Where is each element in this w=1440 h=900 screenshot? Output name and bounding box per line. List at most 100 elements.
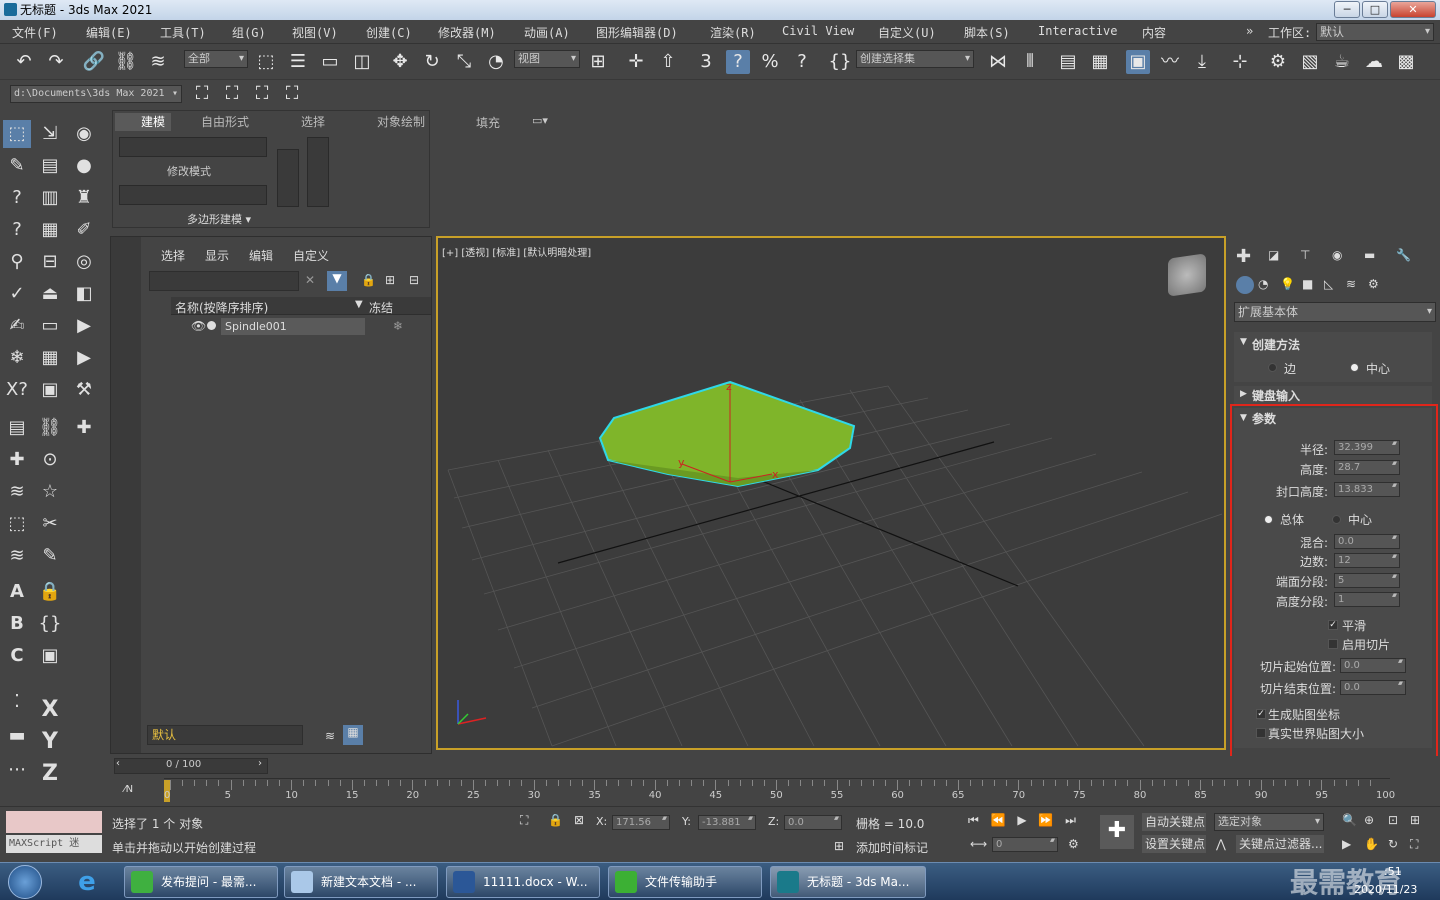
film2-icon[interactable]: ▶: [70, 344, 98, 372]
tray-icon[interactable]: ▭: [36, 312, 64, 340]
edit-named-selection-icon[interactable]: {}: [828, 50, 852, 74]
menu-view[interactable]: 视图(V): [292, 24, 338, 41]
selection-filter-dropdown[interactable]: 全部: [184, 50, 248, 68]
key-mode-icon[interactable]: ⟷: [970, 837, 987, 851]
dots-icon[interactable]: ⋯: [3, 756, 31, 784]
menu-tools[interactable]: 工具(T): [160, 24, 206, 41]
help2-icon[interactable]: ?: [3, 216, 31, 244]
subobject-buttons[interactable]: [119, 137, 267, 157]
toggle-ribbon-icon[interactable]: ▦: [1088, 50, 1112, 74]
taskbar-item-word[interactable]: 11111.docx - W...: [446, 866, 600, 898]
rect-selection-icon[interactable]: ▭: [318, 50, 342, 74]
snaps-toggle-icon[interactable]: 3: [694, 50, 718, 74]
pen-icon[interactable]: ✍: [3, 312, 31, 340]
curve-editor-icon[interactable]: 〰: [1158, 50, 1182, 74]
scene-tab-edit[interactable]: 编辑: [249, 247, 273, 264]
workspace-dropdown[interactable]: 默认: [1316, 23, 1434, 41]
maxscript-input[interactable]: MAXScript 迷: [6, 835, 102, 853]
geometry-icon[interactable]: [1236, 276, 1254, 294]
zoom-extents-all-icon[interactable]: ⊞: [1410, 813, 1420, 827]
hierarchy-icon[interactable]: ⊞: [385, 273, 395, 287]
workspace-chevron[interactable]: »: [1246, 24, 1253, 38]
ribbon-tab-selection[interactable]: 选择: [301, 113, 325, 130]
link-icon[interactable]: 🔗: [82, 50, 106, 74]
group-icon[interactable]: ⊟: [36, 248, 64, 276]
menu-edit[interactable]: 编辑(E): [86, 24, 132, 41]
ribbon-tab-modeling[interactable]: 建模: [141, 113, 165, 130]
freeze-icon[interactable]: ❄: [393, 319, 403, 333]
visibility-eye-icon[interactable]: 👁: [191, 319, 206, 333]
material-editor-icon[interactable]: ⊹: [1228, 50, 1252, 74]
menu-content[interactable]: 内容: [1142, 24, 1166, 41]
smooth-checkbox[interactable]: ✓: [1328, 620, 1338, 630]
set-key-button[interactable]: ✚: [1100, 815, 1134, 849]
create-plane-icon[interactable]: ⇲: [36, 120, 64, 148]
radius-input[interactable]: 32.399: [1334, 440, 1400, 455]
help-icon[interactable]: ?: [3, 184, 31, 212]
sphere-icon[interactable]: ◎: [70, 248, 98, 276]
ie-icon[interactable]: e: [72, 867, 102, 897]
scene-tab-display[interactable]: 显示: [205, 247, 229, 264]
menu-file[interactable]: 文件(F): [12, 24, 58, 41]
lights-icon[interactable]: 💡: [1280, 277, 1295, 291]
document-icon[interactable]: ▤: [3, 414, 31, 442]
axis-x-icon[interactable]: X: [36, 696, 64, 724]
menu-animation[interactable]: 动画(A): [524, 24, 570, 41]
project-path-dropdown[interactable]: d:\Documents\3ds Max 2021: [10, 85, 182, 103]
params-title[interactable]: 参数: [1252, 410, 1276, 427]
ribbon-options-icon[interactable]: ▭▾: [532, 114, 548, 127]
paint-brush-icon[interactable]: ✎: [36, 542, 64, 570]
fov-icon[interactable]: ▶: [1342, 837, 1351, 851]
scene-search-input[interactable]: [149, 271, 299, 291]
scale-icon[interactable]: ⤡: [452, 50, 476, 74]
layer-dropdown[interactable]: 默认: [147, 725, 303, 745]
star-icon[interactable]: ☆: [36, 478, 64, 506]
viewport-perspective[interactable]: [+] [透视] [标准] [默认明暗处理] z y x: [436, 236, 1226, 750]
snowflake-icon[interactable]: ❄: [3, 344, 31, 372]
placement-icon[interactable]: ◔: [484, 50, 508, 74]
start-button[interactable]: [8, 865, 42, 899]
prev-frame-icon[interactable]: ‹: [116, 758, 120, 769]
clear-search-icon[interactable]: ✕: [305, 273, 315, 287]
ruler-icon[interactable]: ▬: [3, 722, 31, 750]
keyboard-shortcut-icon[interactable]: ⇧: [656, 50, 680, 74]
playback-controls[interactable]: ⏮ ⏪ ▶ ⏩ ⏭: [968, 813, 1080, 828]
mirror-icon[interactable]: ⋈: [986, 50, 1010, 74]
overall-radio[interactable]: [1264, 515, 1273, 524]
cursor2-icon[interactable]: ✂: [36, 510, 64, 538]
spinner-snap-icon[interactable]: ?: [790, 50, 814, 74]
project-open-icon[interactable]: ⛶: [220, 82, 244, 106]
chain-icon[interactable]: ⛓: [36, 414, 64, 442]
xform-icon[interactable]: X?: [3, 376, 31, 404]
set-key-mode-button[interactable]: 设置关键点: [1142, 835, 1206, 853]
pivot-center-icon[interactable]: ⊞: [586, 50, 610, 74]
poly-tool-buttons[interactable]: [119, 185, 267, 205]
hierarchy2-icon[interactable]: ⊟: [409, 273, 419, 287]
motion-tab-icon[interactable]: ◉: [1332, 248, 1342, 262]
keyboard-entry-title[interactable]: 键盘输入: [1252, 387, 1300, 404]
create-tab-icon[interactable]: ✚: [1236, 246, 1251, 267]
scene-tab-select[interactable]: 选择: [161, 247, 185, 264]
menu-interactive[interactable]: Interactive: [1038, 24, 1117, 38]
window-crossing-icon[interactable]: ◫: [350, 50, 374, 74]
paint-icon[interactable]: ✓: [3, 280, 31, 308]
shape-icon[interactable]: ●: [70, 152, 98, 180]
render-production-icon[interactable]: ☕: [1330, 50, 1354, 74]
gen-mapping-checkbox[interactable]: ✓: [1256, 709, 1266, 719]
helpers-icon[interactable]: ◺: [1324, 277, 1333, 291]
shirt-icon[interactable]: ♜: [70, 184, 98, 212]
y-coord-input[interactable]: -13.881: [698, 815, 756, 830]
menu-customize[interactable]: 自定义(U): [878, 24, 936, 41]
selection-lock-icon[interactable]: 🔒: [548, 813, 563, 827]
taskbar-item-3dsmax[interactable]: 无标题 - 3ds Ma...: [770, 866, 926, 898]
text-c-icon[interactable]: C: [3, 642, 31, 670]
maximize-viewport-icon[interactable]: ⛶: [1410, 837, 1418, 852]
bind-spacewarp-icon[interactable]: ≋: [146, 50, 170, 74]
lock-icon[interactable]: 🔒: [36, 578, 64, 606]
cursor-icon[interactable]: ⬚: [3, 510, 31, 538]
render-online-icon[interactable]: ▩: [1394, 50, 1418, 74]
unlink-icon[interactable]: ⛓: [114, 50, 138, 74]
stack-icon[interactable]: ▦: [36, 216, 64, 244]
time-tag-icon[interactable]: ⊞: [834, 839, 844, 853]
real-world-checkbox[interactable]: [1256, 728, 1266, 738]
